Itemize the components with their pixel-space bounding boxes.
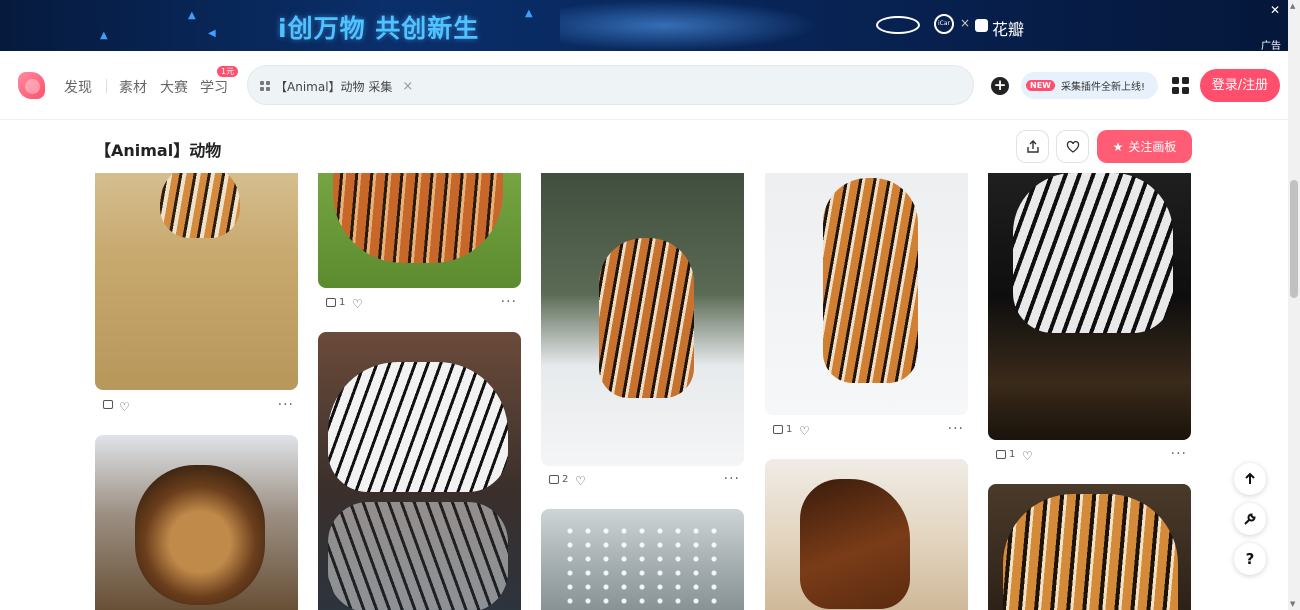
board-title: 【Animal】动物 (95, 141, 222, 160)
chip-close-icon[interactable]: × (402, 79, 413, 94)
pin-image-tiger-in-snow-forest[interactable] (541, 173, 744, 466)
repin-icon (326, 298, 336, 307)
help-button[interactable]: ? (1234, 543, 1266, 575)
more-options-button[interactable]: ··· (1171, 446, 1187, 462)
pin-image-horse-running[interactable] (765, 459, 968, 610)
more-options-button[interactable]: ··· (948, 421, 964, 437)
apps-grid-icon[interactable] (1172, 77, 1189, 94)
scrollbar-thumb[interactable] (1290, 180, 1298, 298)
pin-image-tiger-face[interactable] (988, 484, 1191, 610)
ad-glow (560, 0, 820, 51)
board-header: 【Animal】动物 ★ 关注画板 (0, 119, 1288, 173)
pin-feed: ♡ ··· 1 ♡ ··· 2 ♡ ··· 1 ♡ ··· 1 ♡ ··· (0, 173, 1288, 610)
more-options-button[interactable]: ··· (278, 397, 294, 413)
repin-count[interactable]: 1 (326, 297, 345, 308)
search-bar[interactable]: 【Animal】动物 采集 × (247, 65, 974, 105)
nav-discover[interactable]: 发现 (64, 77, 92, 97)
huaban-logo-icon (975, 19, 988, 32)
repin-icon (549, 475, 559, 484)
pin-image-tiger-running-snow[interactable] (765, 173, 968, 415)
arrow-up-icon (1245, 472, 1255, 484)
page-scrollbar[interactable]: ▲ ▼ (1288, 0, 1300, 610)
car-brand-logo (876, 16, 920, 34)
triangle-icon: ▲ (525, 8, 533, 19)
icar-logo: iCar (934, 14, 954, 34)
search-chip[interactable]: 【Animal】动物 采集 × (260, 75, 413, 97)
plugin-promo-button[interactable]: NEW 采集插件全新上线! (1021, 72, 1158, 99)
heart-icon[interactable]: ♡ (799, 424, 810, 438)
like-board-button[interactable] (1056, 130, 1089, 163)
heart-icon[interactable]: ♡ (119, 400, 130, 414)
top-header: 发现 素材 大赛 学习 1元 【Animal】动物 采集 × + NEW 采集插… (0, 51, 1288, 119)
pin-image-white-tiger-drinking[interactable] (988, 173, 1191, 440)
repin-count[interactable] (103, 400, 116, 409)
tools-button[interactable] (1234, 503, 1266, 535)
repin-icon (773, 425, 783, 434)
scroll-down-arrow-icon[interactable]: ▼ (1290, 600, 1295, 608)
huaban-brand-text: 花瓣 (992, 20, 1025, 39)
ad-slogan: i创万物 共创新生 (278, 14, 480, 43)
add-plus-button[interactable]: + (991, 77, 1009, 95)
ad-banner[interactable]: ▲ ◀ ▲ ▲ i创万物 共创新生 iCar × 花瓣 ✕ 广告 (0, 0, 1288, 51)
triangle-icon: ▲ (188, 10, 196, 21)
heart-icon[interactable]: ♡ (575, 474, 586, 488)
pin-meta: 1 ♡ ··· (318, 294, 521, 313)
repin-icon (103, 400, 113, 409)
pin-image-tiger-in-grass[interactable] (95, 173, 298, 390)
board-grid-icon (260, 81, 270, 91)
pin-image-white-tiger-water[interactable] (318, 332, 521, 610)
nav-material[interactable]: 素材 (119, 77, 147, 97)
pin-image-sparkling-water[interactable] (541, 509, 744, 610)
repin-icon (996, 450, 1006, 459)
ad-close-button[interactable]: ✕ (1270, 3, 1280, 17)
nav-contest[interactable]: 大赛 (160, 77, 188, 97)
pin-meta: 2 ♡ ··· (541, 471, 744, 490)
search-chip-label: 【Animal】动物 采集 (275, 79, 393, 94)
share-button[interactable] (1016, 130, 1049, 163)
pin-image-tiger-on-grass[interactable] (318, 173, 521, 288)
pin-image-lion[interactable] (95, 435, 298, 610)
nav-divider (106, 79, 107, 93)
promo-text: 采集插件全新上线! (1060, 82, 1145, 93)
pin-meta: ♡ ··· (95, 397, 298, 416)
huaban-logo[interactable] (18, 72, 45, 99)
nav-learn[interactable]: 学习 (200, 77, 228, 97)
more-options-button[interactable]: ··· (501, 294, 517, 310)
back-to-top-button[interactable] (1234, 463, 1266, 495)
scroll-up-arrow-icon[interactable]: ▲ (1290, 2, 1295, 10)
star-icon: ★ (1112, 139, 1124, 154)
heart-icon (1066, 140, 1079, 153)
new-badge: NEW (1026, 80, 1055, 91)
login-register-button[interactable]: 登录/注册 (1200, 69, 1280, 102)
follow-label: 关注画板 (1128, 140, 1177, 154)
heart-icon[interactable]: ♡ (1022, 449, 1033, 463)
more-options-button[interactable]: ··· (724, 471, 740, 487)
repin-count[interactable]: 2 (549, 474, 568, 485)
wrench-icon (1244, 513, 1256, 525)
question-icon: ? (1245, 550, 1255, 568)
ad-label: 广告 (1261, 41, 1281, 51)
pin-meta: 1 ♡ ··· (765, 421, 968, 440)
pin-meta: 1 ♡ ··· (988, 446, 1191, 465)
repin-count[interactable]: 1 (773, 424, 792, 435)
follow-board-button[interactable]: ★ 关注画板 (1097, 130, 1192, 163)
learn-badge: 1元 (217, 66, 239, 77)
share-icon (1026, 139, 1039, 153)
repin-count[interactable]: 1 (996, 449, 1015, 460)
heart-icon[interactable]: ♡ (352, 297, 363, 311)
triangle-icon: ▲ (100, 30, 108, 41)
times-symbol: × (960, 16, 971, 30)
triangle-icon: ◀ (208, 28, 216, 39)
